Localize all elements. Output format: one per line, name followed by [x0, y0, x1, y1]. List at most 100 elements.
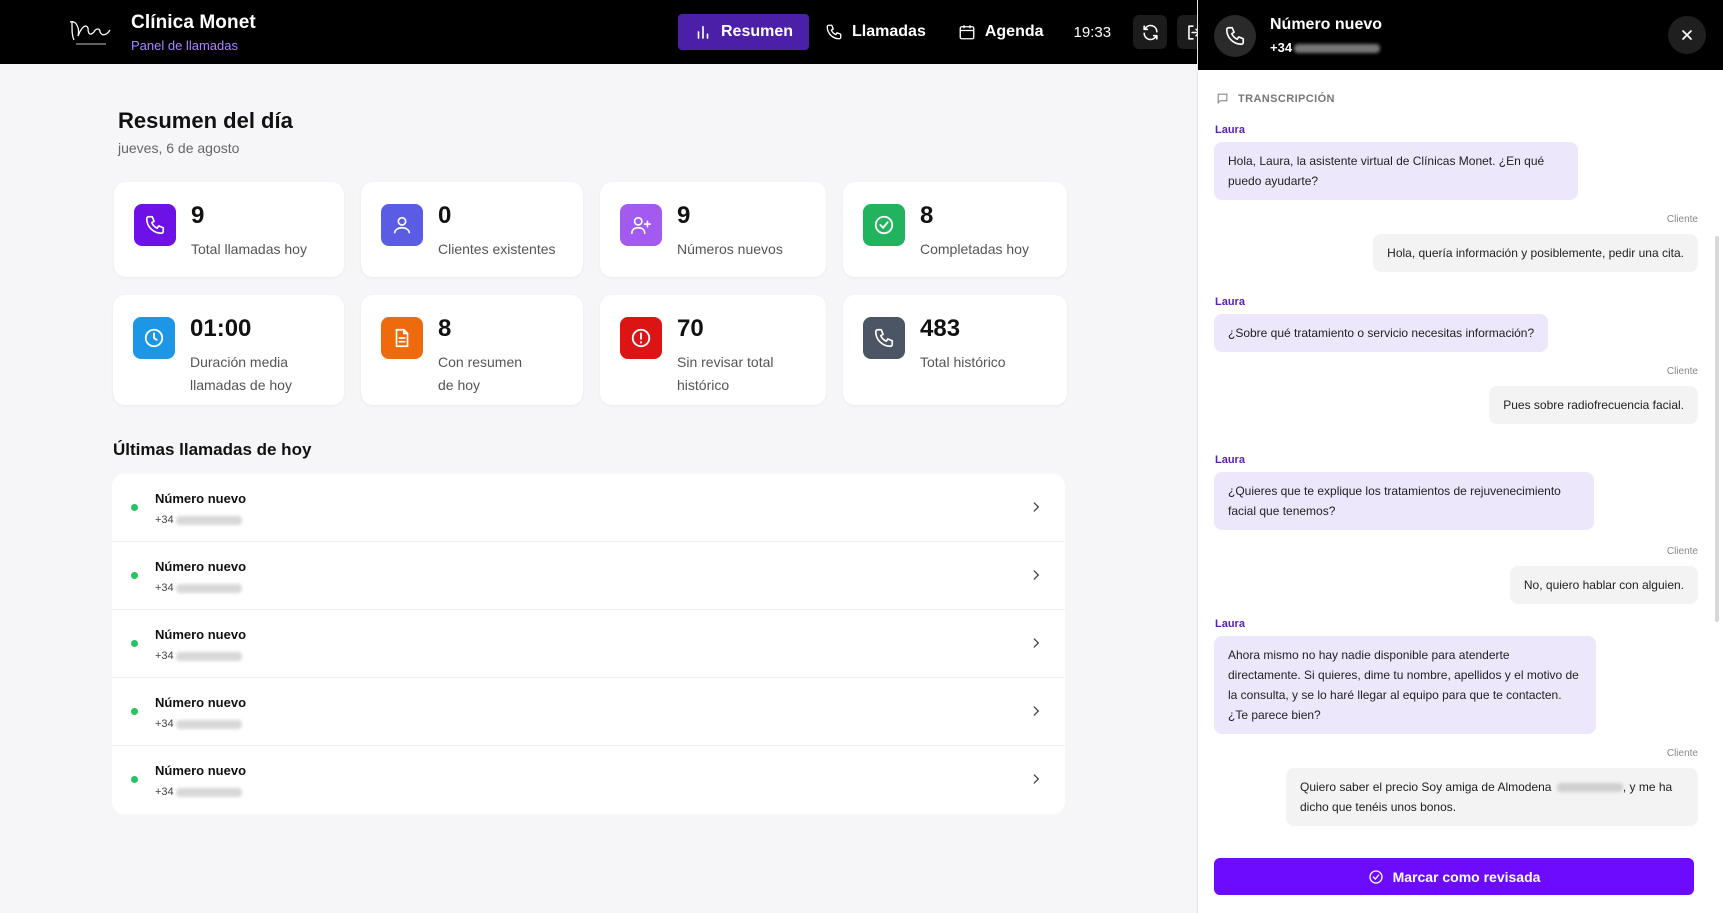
stat-label: Números nuevos: [677, 241, 783, 257]
agent-name: Laura: [1215, 454, 1245, 466]
refresh-button[interactable]: [1133, 15, 1168, 49]
clock: 19:33: [1073, 23, 1112, 41]
panel-phone-prefix: +34: [1270, 40, 1293, 55]
tab-llamadas[interactable]: Llamadas: [809, 14, 942, 50]
redacted-number: [1294, 44, 1381, 54]
brand-title: Clínica Monet: [131, 12, 256, 33]
redacted-number: [175, 719, 242, 729]
stat-value: 9: [677, 202, 691, 229]
call-phone-prefix: +34: [155, 718, 174, 730]
panel-title: Número nuevo: [1270, 16, 1383, 33]
stat-label: Clientes existentes: [438, 241, 556, 257]
stat-label: Completadas hoy: [920, 241, 1029, 257]
chevron-right-icon: [1033, 638, 1040, 648]
tab-agenda[interactable]: Agenda: [942, 14, 1060, 50]
redacted-name: [1556, 783, 1623, 793]
stat-card-completed: 8 Completadas hoy: [843, 182, 1067, 277]
call-phone-prefix: +34: [155, 514, 174, 526]
stat-label: Con resumen de hoy: [438, 354, 523, 393]
client-message: Hola, quería información y posiblemente,…: [1373, 234, 1698, 272]
status-dot: [131, 572, 138, 579]
phone-icon: [826, 24, 842, 40]
call-phone-prefix: +34: [155, 582, 174, 594]
call-phone: +34: [155, 582, 242, 594]
client-tag: Cliente: [1666, 546, 1698, 557]
tab-agenda-label: Agenda: [984, 23, 1044, 40]
stat-icon-bg: [381, 317, 423, 359]
stat-value: 70: [677, 315, 704, 342]
stat-icon-bg: [381, 204, 423, 246]
page-title: Resumen del día: [118, 108, 293, 133]
stat-label: Duración media llamadas de hoy: [190, 354, 292, 393]
redacted-number: [175, 515, 242, 525]
transcript-scrollbar[interactable]: [1715, 236, 1719, 622]
chevron-right-icon: [1033, 706, 1040, 716]
call-row[interactable]: Número nuevo +34: [112, 610, 1065, 678]
close-icon: [1682, 30, 1692, 40]
stat-card-total-calls: 9 Total llamadas hoy: [114, 182, 344, 277]
stat-card-unreviewed: 70 Sin revisar total histórico: [600, 295, 826, 405]
check-circle-icon: [874, 215, 894, 235]
stat-card-avg-duration: 01:00 Duración media llamadas de hoy: [113, 295, 344, 405]
check-circle-icon: [1368, 869, 1383, 884]
client-message: Pues sobre radiofrecuencia facial.: [1489, 386, 1698, 424]
client-message-part: Quiero saber el precio Soy amiga de Almo…: [1300, 780, 1552, 794]
user-plus-icon: [631, 216, 651, 235]
brand: Clínica Monet Panel de llamadas: [131, 12, 256, 53]
stat-value: 0: [438, 202, 452, 229]
call-phone: +34: [155, 786, 242, 798]
panel-phone: +34: [1270, 40, 1381, 55]
phone-icon: [1225, 26, 1245, 46]
main-nav: Resumen Llamadas Agenda 19:33: [678, 14, 1212, 50]
stat-icon-bg: [620, 317, 662, 359]
tab-llamadas-label: Llamadas: [852, 23, 926, 40]
alert-circle-icon: [631, 328, 651, 348]
call-phone: +34: [155, 514, 242, 526]
agent-message: ¿Quieres que te explique los tratamiento…: [1214, 472, 1594, 530]
call-name: Número nuevo: [155, 695, 247, 710]
call-phone: +34: [155, 650, 242, 662]
brand-subtitle: Panel de llamadas: [131, 38, 238, 53]
chevron-right-icon: [1033, 570, 1040, 580]
status-dot: [131, 640, 138, 647]
calendar-icon: [959, 25, 975, 40]
call-name: Número nuevo: [155, 559, 247, 574]
call-row[interactable]: Número nuevo +34: [112, 746, 1065, 814]
close-button[interactable]: [1668, 16, 1706, 54]
stat-value: 8: [438, 315, 452, 342]
stat-card-with-summary: 8 Con resumen de hoy: [361, 295, 583, 405]
chevron-right-icon: [1033, 502, 1040, 512]
stat-label: Total histórico: [920, 354, 1006, 370]
client-tag: Cliente: [1666, 748, 1698, 759]
stat-value: 9: [191, 202, 205, 229]
client-tag: Cliente: [1666, 366, 1698, 377]
recent-calls-list: Número nuevo +34 Número nuevo +34 Número…: [112, 474, 1065, 814]
call-row[interactable]: Número nuevo +34: [112, 678, 1065, 746]
call-row[interactable]: Número nuevo +34: [112, 542, 1065, 610]
monet-logo: [69, 21, 111, 45]
stat-card-existing-clients: 0 Clientes existentes: [361, 182, 583, 277]
call-phone-prefix: +34: [155, 650, 174, 662]
mark-reviewed-button[interactable]: Marcar como revisada: [1214, 858, 1694, 895]
phone-icon: [874, 328, 894, 348]
phone-icon: [145, 215, 165, 235]
stat-icon-bg: [133, 317, 175, 359]
agent-message: Hola, Laura, la asistente virtual de Clí…: [1214, 142, 1578, 200]
refresh-icon: [1142, 24, 1158, 40]
stat-icon-bg: [620, 204, 662, 246]
call-name: Número nuevo: [155, 627, 247, 642]
mark-reviewed-label: Marcar como revisada: [1392, 868, 1541, 885]
transcript-label-text: TRANSCRIPCIÓN: [1238, 92, 1335, 105]
stat-icon-bg: [863, 204, 905, 246]
clock-icon: [144, 328, 164, 348]
recent-calls-title: Últimas llamadas de hoy: [113, 440, 312, 459]
redacted-number: [175, 787, 242, 797]
client-tag: Cliente: [1666, 214, 1698, 225]
status-dot: [131, 504, 138, 511]
agent-name: Laura: [1215, 618, 1245, 630]
tab-resumen[interactable]: Resumen: [678, 14, 810, 50]
call-row[interactable]: Número nuevo +34: [112, 474, 1065, 542]
stat-icon-bg: [134, 204, 176, 246]
stat-label: Sin revisar total histórico: [677, 354, 774, 393]
redacted-number: [175, 651, 242, 661]
